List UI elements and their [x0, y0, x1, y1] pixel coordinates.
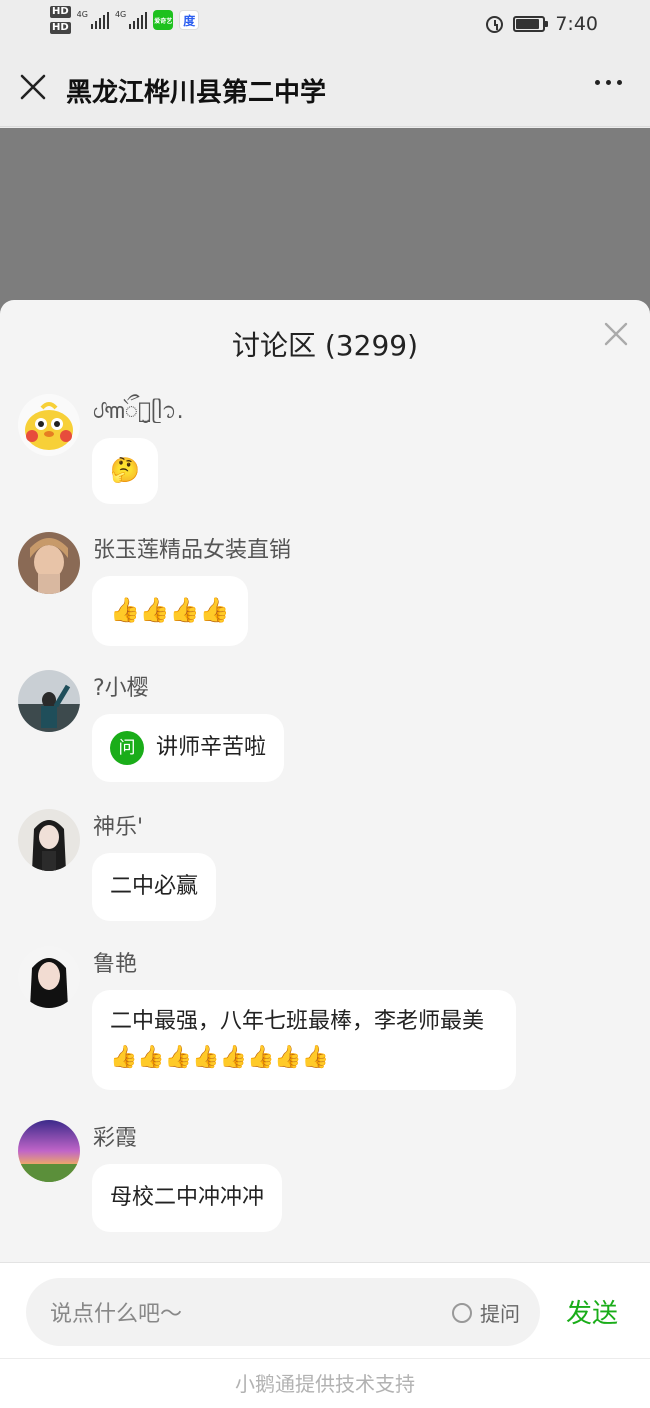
close-icon[interactable]: [18, 72, 48, 102]
chat-message: 神乐' 二中必赢: [18, 809, 618, 929]
signal-icon-1: 4G: [77, 11, 109, 29]
send-button[interactable]: 发送: [566, 1293, 618, 1330]
message-text: 二中最强，八年七班最棒，李老师最美👍👍👍👍👍👍👍👍: [110, 1009, 485, 1070]
sender-name: 鲁艳: [93, 952, 138, 977]
chat-message: 张玉莲精品女装直销 👍👍👍👍: [18, 532, 618, 652]
comment-input-bar: 说点什么吧～ 提问 发送: [0, 1262, 650, 1358]
chat-message: ?小樱 问讲师辛苦啦: [18, 670, 618, 790]
message-bubble: 问讲师辛苦啦: [92, 714, 285, 782]
signal-icon-2: 4G: [114, 10, 148, 29]
sender-name: 彩霞: [93, 1126, 138, 1151]
sender-name: ?小樱: [93, 676, 149, 701]
baidu-label: 度: [183, 13, 196, 28]
powered-by-footer: 小鹅通提供技术支持: [0, 1358, 650, 1408]
sender-name: 张玉莲精品女装直销: [93, 538, 292, 563]
dim-overlay[interactable]: [0, 128, 650, 328]
message-bubble: 二中最强，八年七班最棒，李老师最美👍👍👍👍👍👍👍👍: [92, 990, 516, 1090]
message-text: 🤔: [110, 456, 140, 484]
message-text: 母校二中冲冲冲: [110, 1185, 265, 1210]
ask-question-toggle[interactable]: 提问: [452, 1298, 520, 1327]
message-bubble: 二中必赢: [92, 853, 217, 921]
message-text: 二中必赢: [110, 874, 199, 899]
hd-badge-2: HD: [50, 22, 71, 34]
chat-message: 彩霞 母校二中冲冲冲: [18, 1120, 618, 1240]
discussion-title: 讨论区 (3299): [231, 329, 418, 362]
message-bubble: 母校二中冲冲冲: [92, 1164, 283, 1232]
chat-message: 鲁艳 二中最强，八年七班最棒，李老师最美👍👍👍👍👍👍👍👍: [18, 946, 618, 1106]
network-type-1: 4G: [76, 10, 88, 19]
avatar: [18, 1120, 80, 1182]
hd-badge-1: HD: [50, 6, 71, 18]
battery-icon: [513, 16, 549, 32]
avatar: [18, 946, 80, 1008]
alarm-icon: [486, 15, 504, 33]
page-title: 黑龙江桦川县第二中学: [66, 78, 327, 108]
message-bubble: 🤔: [92, 438, 158, 504]
network-type-2: 4G: [114, 10, 127, 19]
avatar: [18, 532, 80, 594]
baidu-app-icon: 度: [179, 10, 200, 30]
more-options-icon[interactable]: [595, 80, 622, 85]
avatar: [18, 394, 80, 456]
ask-question-label: 提问: [480, 1302, 520, 1326]
status-bar: HD HD 4G 4G 爱奇艺 度 7:40: [0, 0, 650, 50]
avatar: [18, 809, 80, 871]
status-right-icons: 7:40: [486, 13, 598, 35]
hd-indicators: HD HD: [50, 6, 71, 34]
sender-name: ᦔ꧑ᭂ茶̮ᥫ᭡.: [93, 399, 184, 424]
sender-name: 神乐': [93, 815, 144, 840]
radio-icon[interactable]: [452, 1302, 472, 1323]
comment-input-placeholder: 说点什么吧～: [50, 1302, 183, 1327]
message-text: 👍👍👍👍: [110, 596, 230, 624]
question-badge-icon: 问: [110, 731, 144, 765]
iqiyi-label: 爱奇艺: [154, 17, 173, 25]
clock-time: 7:40: [555, 13, 598, 35]
close-panel-icon[interactable]: [602, 320, 630, 348]
message-bubble: 👍👍👍👍: [92, 576, 248, 646]
navigation-bar: 黑龙江桦川县第二中学: [0, 50, 650, 127]
avatar: [18, 670, 80, 732]
discussion-panel: 讨论区 (3299) ᦔ꧑ᭂ茶̮ᥫ᭡. 🤔 张玉莲精品女装直销 👍👍👍👍 ?小樱…: [0, 300, 650, 1408]
chat-message: ᦔ꧑ᭂ茶̮ᥫ᭡. 🤔: [18, 394, 618, 514]
message-text: 讲师辛苦啦: [156, 735, 267, 760]
iqiyi-app-icon: 爱奇艺: [153, 10, 174, 30]
comment-input[interactable]: 说点什么吧～ 提问: [26, 1278, 540, 1346]
status-left-icons: HD HD 4G 4G 爱奇艺 度: [50, 6, 200, 34]
